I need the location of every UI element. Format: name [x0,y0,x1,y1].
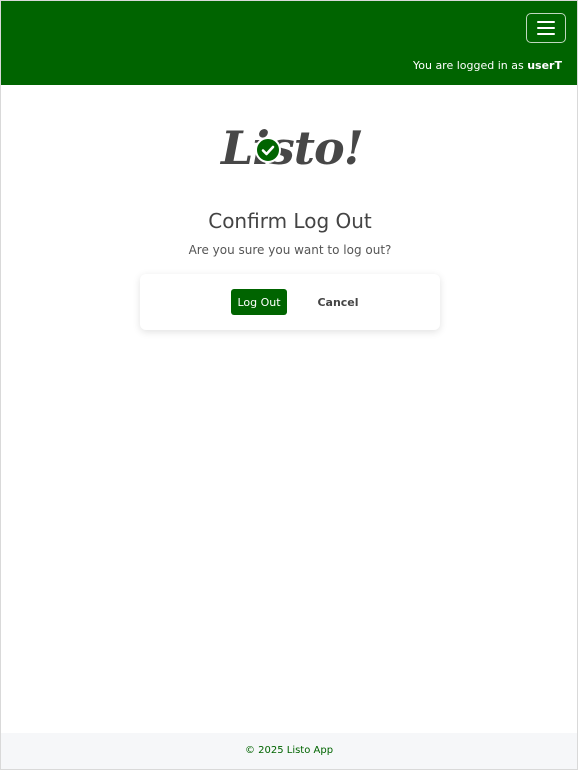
navbar: You are logged in as userT [1,1,577,85]
app-logo: Listo! [221,121,364,181]
check-circle-icon [255,137,281,163]
menu-toggle-button[interactable] [526,13,566,43]
page-subtitle: Are you sure you want to log out? [188,243,392,257]
username: userT [527,59,562,72]
page-title: Confirm Log Out [208,209,372,233]
hamburger-menu-icon [537,27,555,29]
app-frame: You are logged in as userT Listo! Confir… [0,0,578,770]
confirm-card: Log Out Cancel [140,274,440,330]
logged-in-prefix: You are logged in as [412,59,528,72]
cancel-button[interactable]: Cancel [308,289,368,315]
logout-button[interactable]: Log Out [231,289,287,315]
footer-copyright: © 2025 Listo App [244,745,334,756]
logo-wordmark: Listo! [221,121,364,175]
hamburger-menu-icon [537,21,555,23]
logged-in-status: You are logged in as userT [413,59,562,72]
footer: © 2025 Listo App [1,733,577,769]
hamburger-menu-icon [537,33,555,35]
